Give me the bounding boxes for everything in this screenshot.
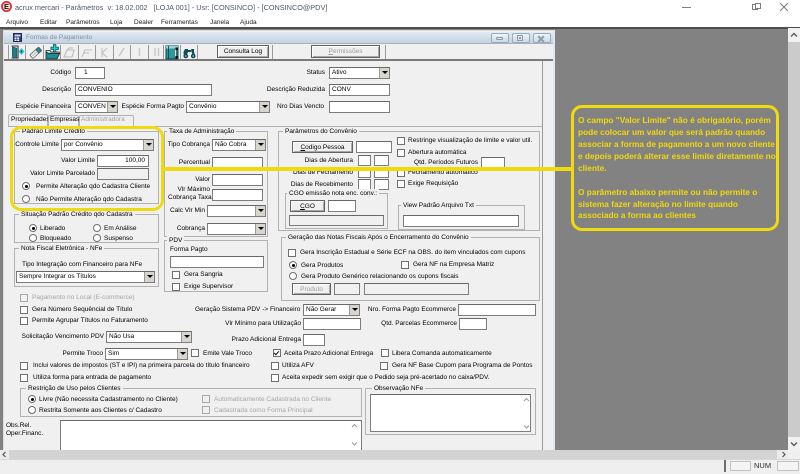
svg-text:E: E [4,2,9,11]
